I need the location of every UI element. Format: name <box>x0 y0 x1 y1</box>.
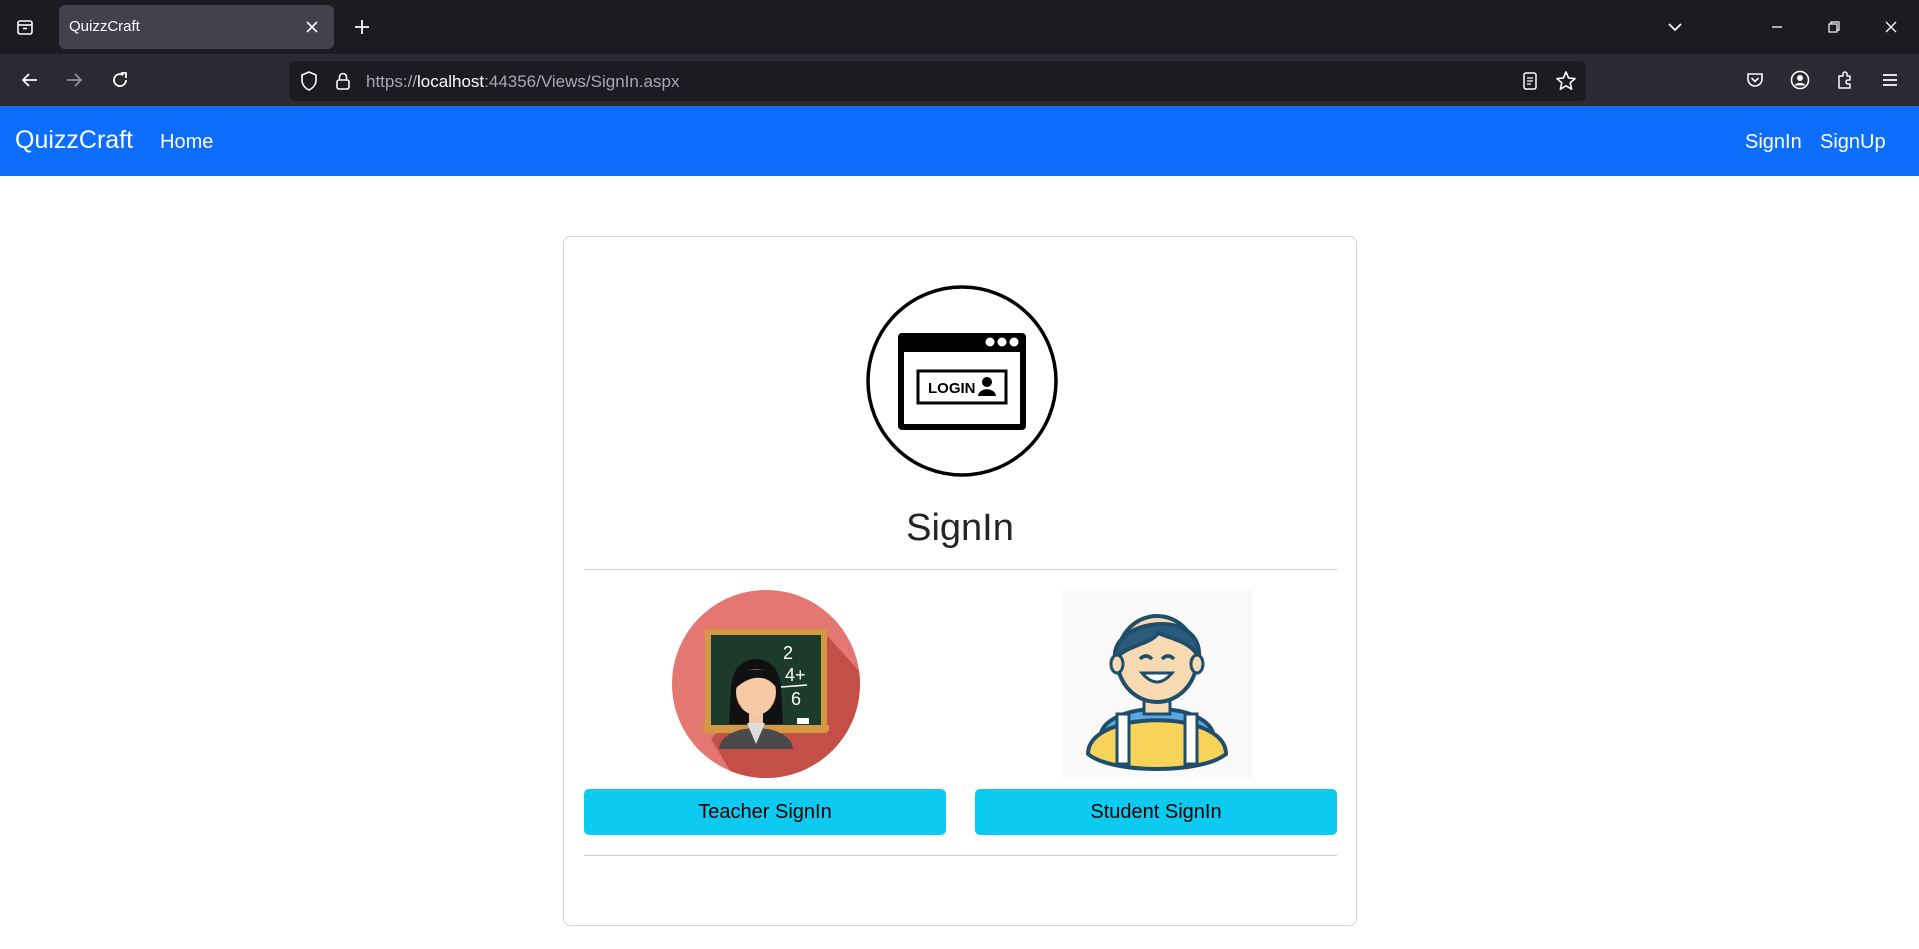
browser-tab-bar: QuizzCraft <box>0 0 1919 54</box>
divider-bottom <box>584 855 1337 856</box>
url-host: localhost <box>417 72 485 91</box>
minimize-icon[interactable] <box>1759 9 1795 45</box>
active-tab[interactable]: QuizzCraft <box>59 5 334 49</box>
forward-icon[interactable] <box>56 62 92 98</box>
login-badge-text: LOGIN <box>928 380 976 397</box>
teacher-signin-button[interactable]: Teacher SignIn <box>584 789 946 835</box>
student-avatar-image <box>1062 589 1252 779</box>
shield-icon[interactable] <box>297 69 321 98</box>
extensions-icon[interactable] <box>1827 62 1863 98</box>
tabs-dropdown-icon[interactable] <box>1657 9 1693 45</box>
url-bar[interactable]: https://localhost:44356/Views/SignIn.asp… <box>289 61 1586 101</box>
restore-icon[interactable] <box>1816 9 1852 45</box>
board-text-2: 4+ <box>785 665 806 685</box>
bookmark-star-icon[interactable] <box>1554 69 1578 98</box>
account-icon[interactable] <box>1782 62 1818 98</box>
signin-card: LOGIN SignIn 2 4+ 6 Teacher SignIn Stude… <box>563 236 1357 926</box>
tab-title: QuizzCraft <box>69 18 140 35</box>
tab-list-icon[interactable] <box>7 9 43 45</box>
login-icon: LOGIN <box>866 285 1058 477</box>
board-text-3: 6 <box>791 689 801 709</box>
window-close-icon[interactable] <box>1873 9 1909 45</box>
teacher-avatar-image: 2 4+ 6 <box>672 590 860 778</box>
url-path: :44356/Views/SignIn.aspx <box>484 72 680 91</box>
reader-view-icon[interactable] <box>1519 70 1541 97</box>
url-prefix: https:// <box>366 72 418 91</box>
reload-icon[interactable] <box>102 62 138 98</box>
browser-toolbar: https://localhost:44356/Views/SignIn.asp… <box>0 54 1919 107</box>
menu-icon[interactable] <box>1872 62 1908 98</box>
new-tab-icon[interactable] <box>344 9 380 45</box>
board-text-1: 2 <box>783 643 793 663</box>
page-title: SignIn <box>906 507 1014 549</box>
student-signin-button[interactable]: Student SignIn <box>975 789 1337 835</box>
pocket-icon[interactable] <box>1737 62 1773 98</box>
close-icon[interactable] <box>296 11 328 43</box>
brand-logo[interactable]: QuizzCraft <box>15 126 133 155</box>
lock-icon[interactable] <box>331 69 355 98</box>
nav-home-link[interactable]: Home <box>160 131 213 154</box>
divider-top <box>584 569 1337 570</box>
nav-signup-link[interactable]: SignUp <box>1820 131 1886 154</box>
back-icon[interactable] <box>12 62 48 98</box>
site-navbar: QuizzCraft Home SignIn SignUp <box>0 106 1919 176</box>
nav-signin-link[interactable]: SignIn <box>1745 131 1802 154</box>
url-text[interactable]: https://localhost:44356/Views/SignIn.asp… <box>366 72 679 92</box>
